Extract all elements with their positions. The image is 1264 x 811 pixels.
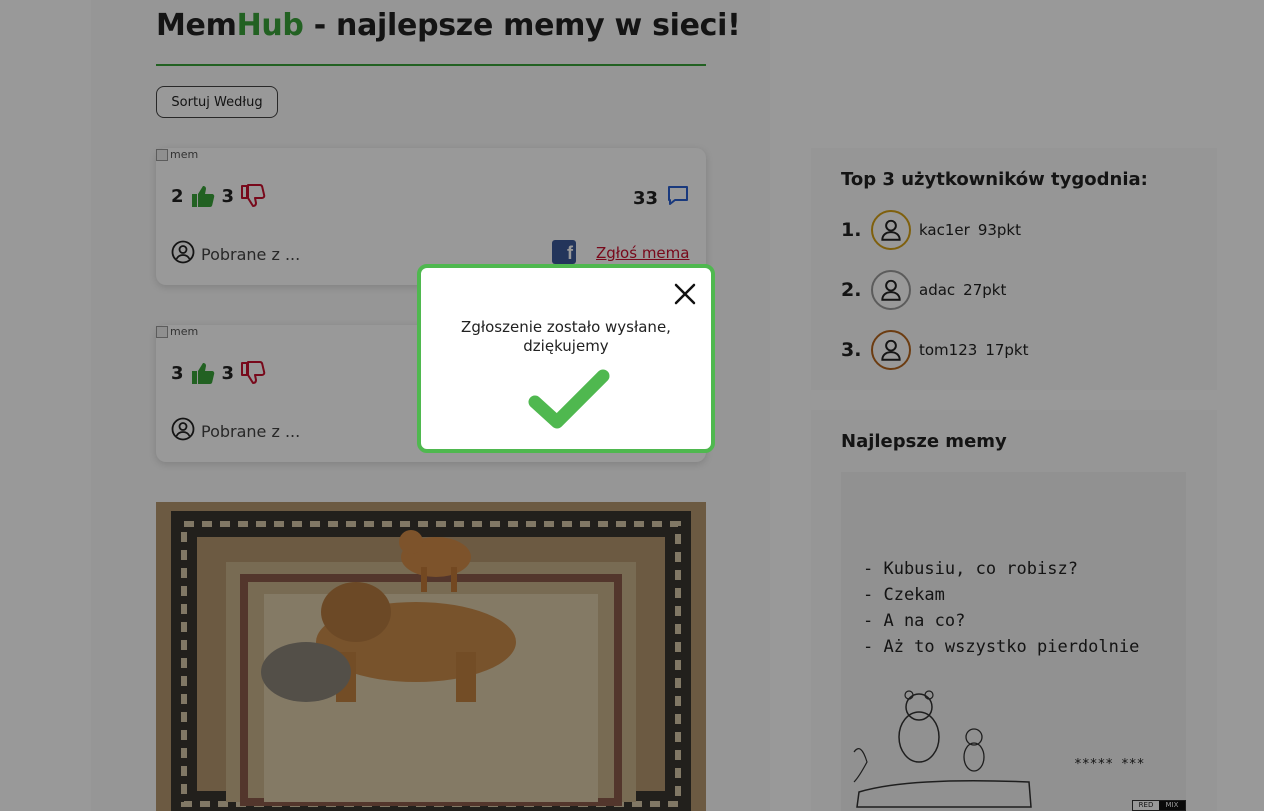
page: MemHub - najlepsze memy w sieci! Sortuj …	[0, 0, 1264, 811]
modal-message: Zgłoszenie zostało wysłane, dziękujemy	[421, 318, 711, 356]
close-icon[interactable]	[673, 282, 697, 306]
modal-message-line1: Zgłoszenie zostało wysłane,	[461, 318, 671, 336]
modal-message-line2: dziękujemy	[523, 337, 609, 355]
checkmark-icon	[527, 368, 611, 436]
report-confirmation-modal: Zgłoszenie zostało wysłane, dziękujemy	[417, 264, 715, 453]
